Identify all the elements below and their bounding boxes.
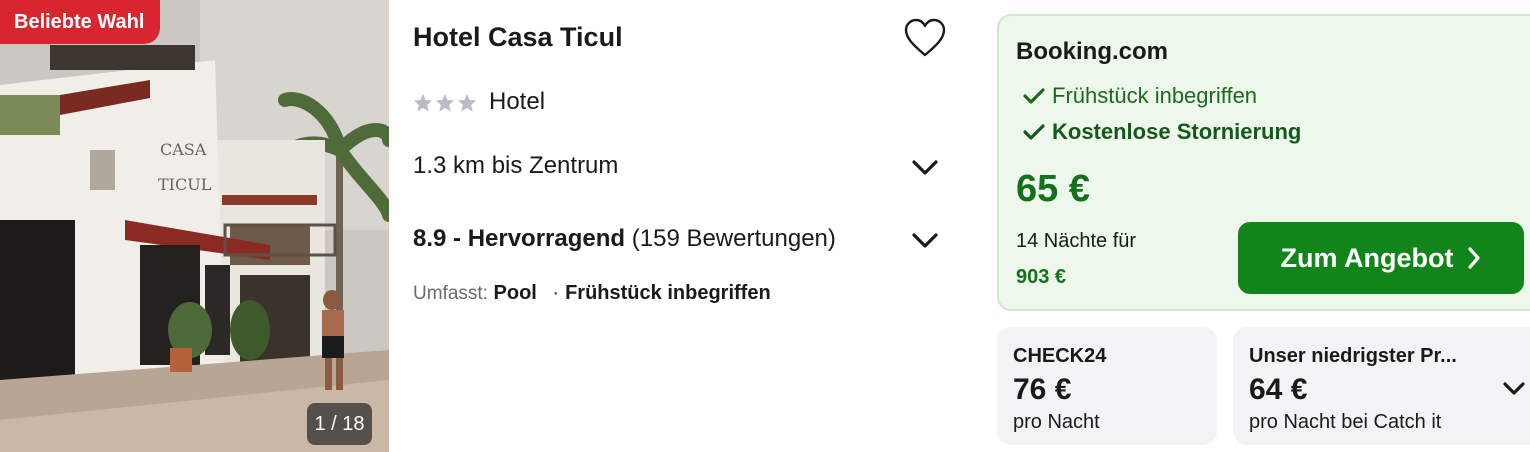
star-icon [413,93,433,112]
deal-feature-label: Frühstück inbegriffen [1052,83,1258,108]
offer-provider: Unser niedrigster Pr... [1249,345,1457,367]
distance-to-center[interactable]: 1.3 km bis Zentrum [413,152,618,180]
deal-feature-label: Kostenlose Stornierung [1052,119,1302,144]
amenity-separator: · [552,282,560,304]
offer-card-lowest-price[interactable]: Unser niedrigster Pr... 64 € pro Nacht b… [1233,327,1530,445]
hotel-type: Hotel [489,88,546,115]
offer-card-check24[interactable]: CHECK24 76 € pro Nacht [997,327,1217,445]
best-deal-card[interactable]: Booking.com Frühstück inbegriffen Kosten… [997,14,1530,311]
checkmark-icon [1023,124,1045,140]
offer-provider: CHECK24 [1013,345,1107,367]
distance-chevron-down-icon[interactable] [911,159,939,177]
amenity-item: Pool [493,282,537,304]
star-rating [413,93,477,112]
star-icon [457,93,477,112]
rating-chevron-down-icon[interactable] [911,232,939,250]
hotel-photo[interactable]: CASA TICUL Beliebte Wahl 1 / 18 [0,0,389,452]
hotel-photo-illustration: CASA TICUL [0,0,389,452]
deal-nights: 14 Nächte für [1016,230,1137,252]
favorite-heart-icon[interactable] [903,17,947,59]
more-offers-chevron-down-icon[interactable] [1503,382,1525,401]
deal-provider: Booking.com [1016,38,1169,65]
amenities: Umfasst: Pool · Frühstück inbegriffen [413,282,771,305]
amenities-label: Umfasst: [413,283,488,304]
rating-score: 8.9 - Hervorragend [413,225,626,252]
checkmark-icon [1023,88,1045,104]
rating-review-count: (159 Bewertungen) [631,225,836,252]
offer-price: 64 € [1249,373,1308,406]
photo-sign-1: CASA [160,140,207,159]
deal-feature: Frühstück inbegriffen [1023,83,1257,109]
photo-counter: 1 / 18 [307,403,372,445]
offer-price-note: pro Nacht bei Catch it [1249,411,1442,433]
view-deal-button[interactable]: Zum Angebot [1238,222,1524,294]
deal-total-price: 903 € [1016,266,1067,288]
deal-feature: Kostenlose Stornierung [1023,119,1301,145]
rating-summary[interactable]: 8.9 - Hervorragend (159 Bewertungen) [413,225,836,253]
offer-price: 76 € [1013,373,1072,406]
amenity-item: Frühstück inbegriffen [565,282,771,304]
popular-choice-badge: Beliebte Wahl [0,0,161,44]
chevron-right-icon [1468,247,1481,269]
deal-price: 65 € [1016,168,1090,210]
hotel-name[interactable]: Hotel Casa Ticul [413,22,623,53]
hotel-info: Hotel Casa Ticul Hotel 1.3 km bis Zentru… [413,0,953,452]
view-deal-label: Zum Angebot [1280,242,1454,273]
star-icon [435,93,455,112]
photo-sign-2: TICUL [158,175,212,194]
offer-price-note: pro Nacht [1013,411,1100,433]
hotel-category: Hotel [413,88,545,116]
